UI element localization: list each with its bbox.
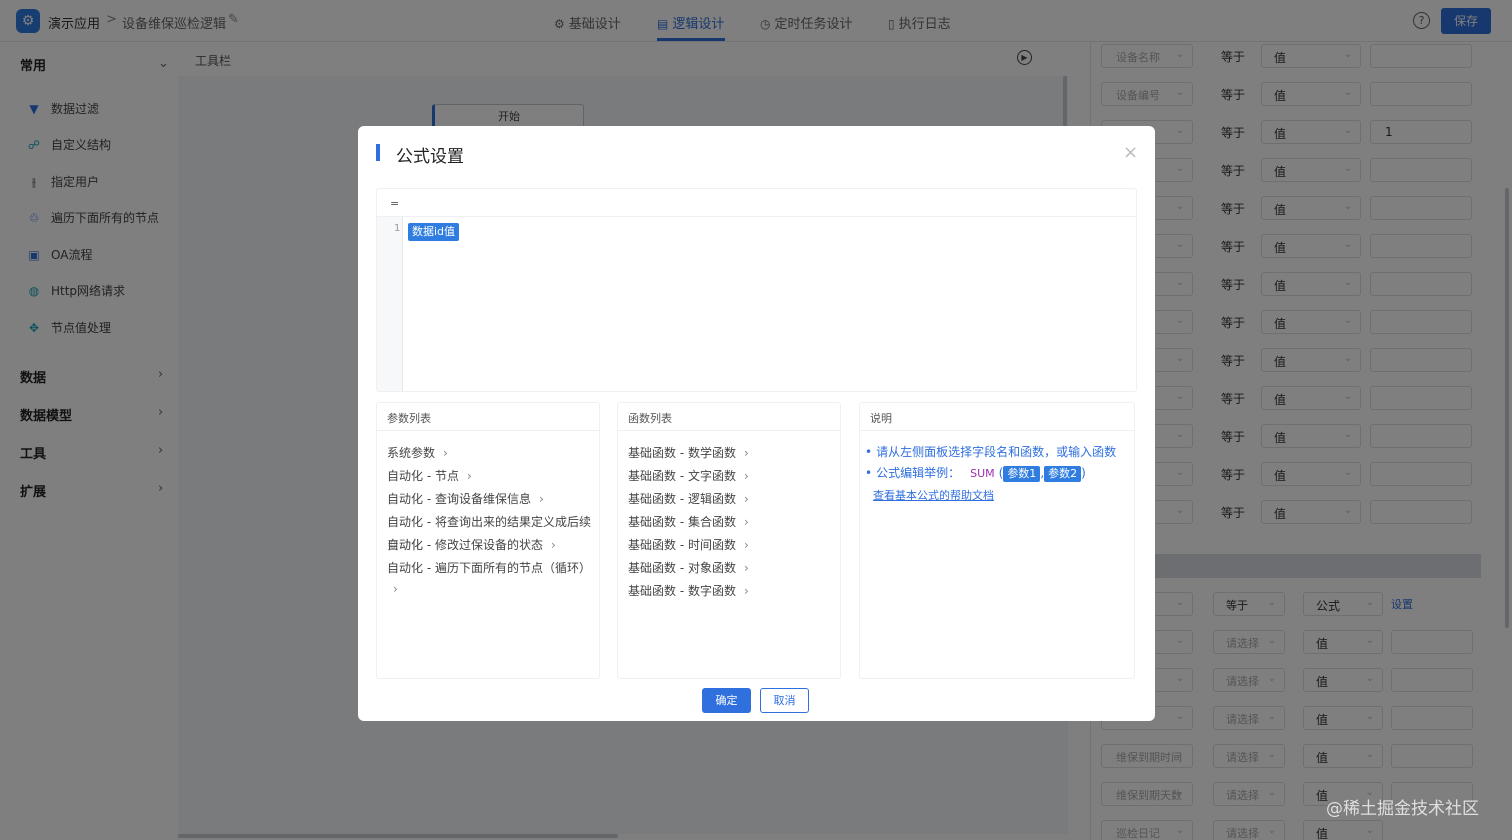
chevron-right-icon: › — [466, 469, 472, 483]
param-item[interactable]: 自动化 - 遍历下面所有的节点（循环） — [387, 559, 591, 576]
close-icon[interactable]: × — [1123, 142, 1138, 163]
cancel-button[interactable]: 取消 — [760, 688, 809, 713]
param-item[interactable]: 自动化 - 将查询出来的结果定义成后续 — [387, 513, 591, 530]
function-item[interactable]: 基础函数 - 时间函数 › — [628, 536, 749, 553]
param-item[interactable]: 自动化 - 节点 › — [387, 467, 472, 484]
chevron-right-icon: › — [743, 584, 749, 598]
info-pane: 说明 • 请从左侧面板选择字段名和函数，或输入函数 • 公式编辑举例： SUM(参数1… — [859, 402, 1135, 679]
chevron-right-icon: › — [743, 469, 749, 483]
chevron-right-icon: › — [743, 446, 749, 460]
line-number: 1 — [394, 223, 401, 234]
chevron-right-icon: › — [443, 446, 448, 460]
params-pane-title: 参数列表 — [377, 403, 599, 431]
chevron-right-icon[interactable]: › — [393, 582, 398, 596]
chevron-right-icon: › — [743, 492, 749, 506]
dialog-title: 公式设置 — [396, 147, 464, 167]
chevron-right-icon: › — [538, 492, 544, 506]
title-accent-bar — [376, 144, 380, 161]
watermark: @稀土掘金技术社区 — [1326, 799, 1479, 819]
function-item[interactable]: 基础函数 - 数字函数 › — [628, 582, 749, 599]
function-item[interactable]: 基础函数 - 对象函数 › — [628, 559, 749, 576]
param-item[interactable]: 系统参数 › — [387, 444, 448, 461]
params-pane: 参数列表 系统参数 › 自动化 - 节点 › 自动化 - 查询设备维保信息 › 自动化… — [376, 402, 600, 679]
info-instruction: • 请从左侧面板选择字段名和函数，或输入函数 — [865, 445, 1117, 459]
function-item[interactable]: 基础函数 - 文字函数 › — [628, 467, 749, 484]
formula-token[interactable]: 数据id值 — [408, 223, 460, 241]
chevron-right-icon: › — [743, 561, 749, 575]
function-item[interactable]: 基础函数 - 集合函数 › — [628, 513, 749, 530]
editor-header: = — [377, 189, 1136, 217]
formula-editor[interactable]: = 1 数据id值 — [376, 188, 1137, 392]
formula-settings-dialog: 公式设置 × = 1 数据id值 参数列表 系统参数 › 自动化 - 节点 › 自动… — [358, 126, 1155, 721]
param-item-overlap: 变动化 — [387, 538, 424, 552]
chevron-right-icon: › — [743, 538, 749, 552]
chevron-right-icon: › — [550, 538, 556, 552]
param-item[interactable]: 自动化 - 查询设备维保信息 › — [387, 490, 544, 507]
line-gutter — [377, 217, 403, 391]
functions-pane: 函数列表 基础函数 - 数学函数 › 基础函数 - 文字函数 › 基础函数 - 逻辑… — [617, 402, 841, 679]
function-item[interactable]: 基础函数 - 数学函数 › — [628, 444, 749, 461]
confirm-button[interactable]: 确定 — [702, 688, 751, 713]
param-tag: 参数1 — [1003, 466, 1041, 482]
info-pane-title: 说明 — [860, 403, 1134, 431]
function-item[interactable]: 基础函数 - 逻辑函数 › — [628, 490, 749, 507]
param-tag: 参数2 — [1044, 466, 1082, 482]
functions-pane-title: 函数列表 — [618, 403, 840, 431]
info-example: • 公式编辑举例： SUM(参数1, 参数2) — [865, 466, 1086, 482]
sum-function-label: SUM — [970, 467, 995, 480]
help-doc-link[interactable]: 查看基本公式的帮助文档 — [873, 487, 994, 503]
equals-sign: = — [390, 197, 400, 210]
chevron-right-icon: › — [743, 515, 749, 529]
